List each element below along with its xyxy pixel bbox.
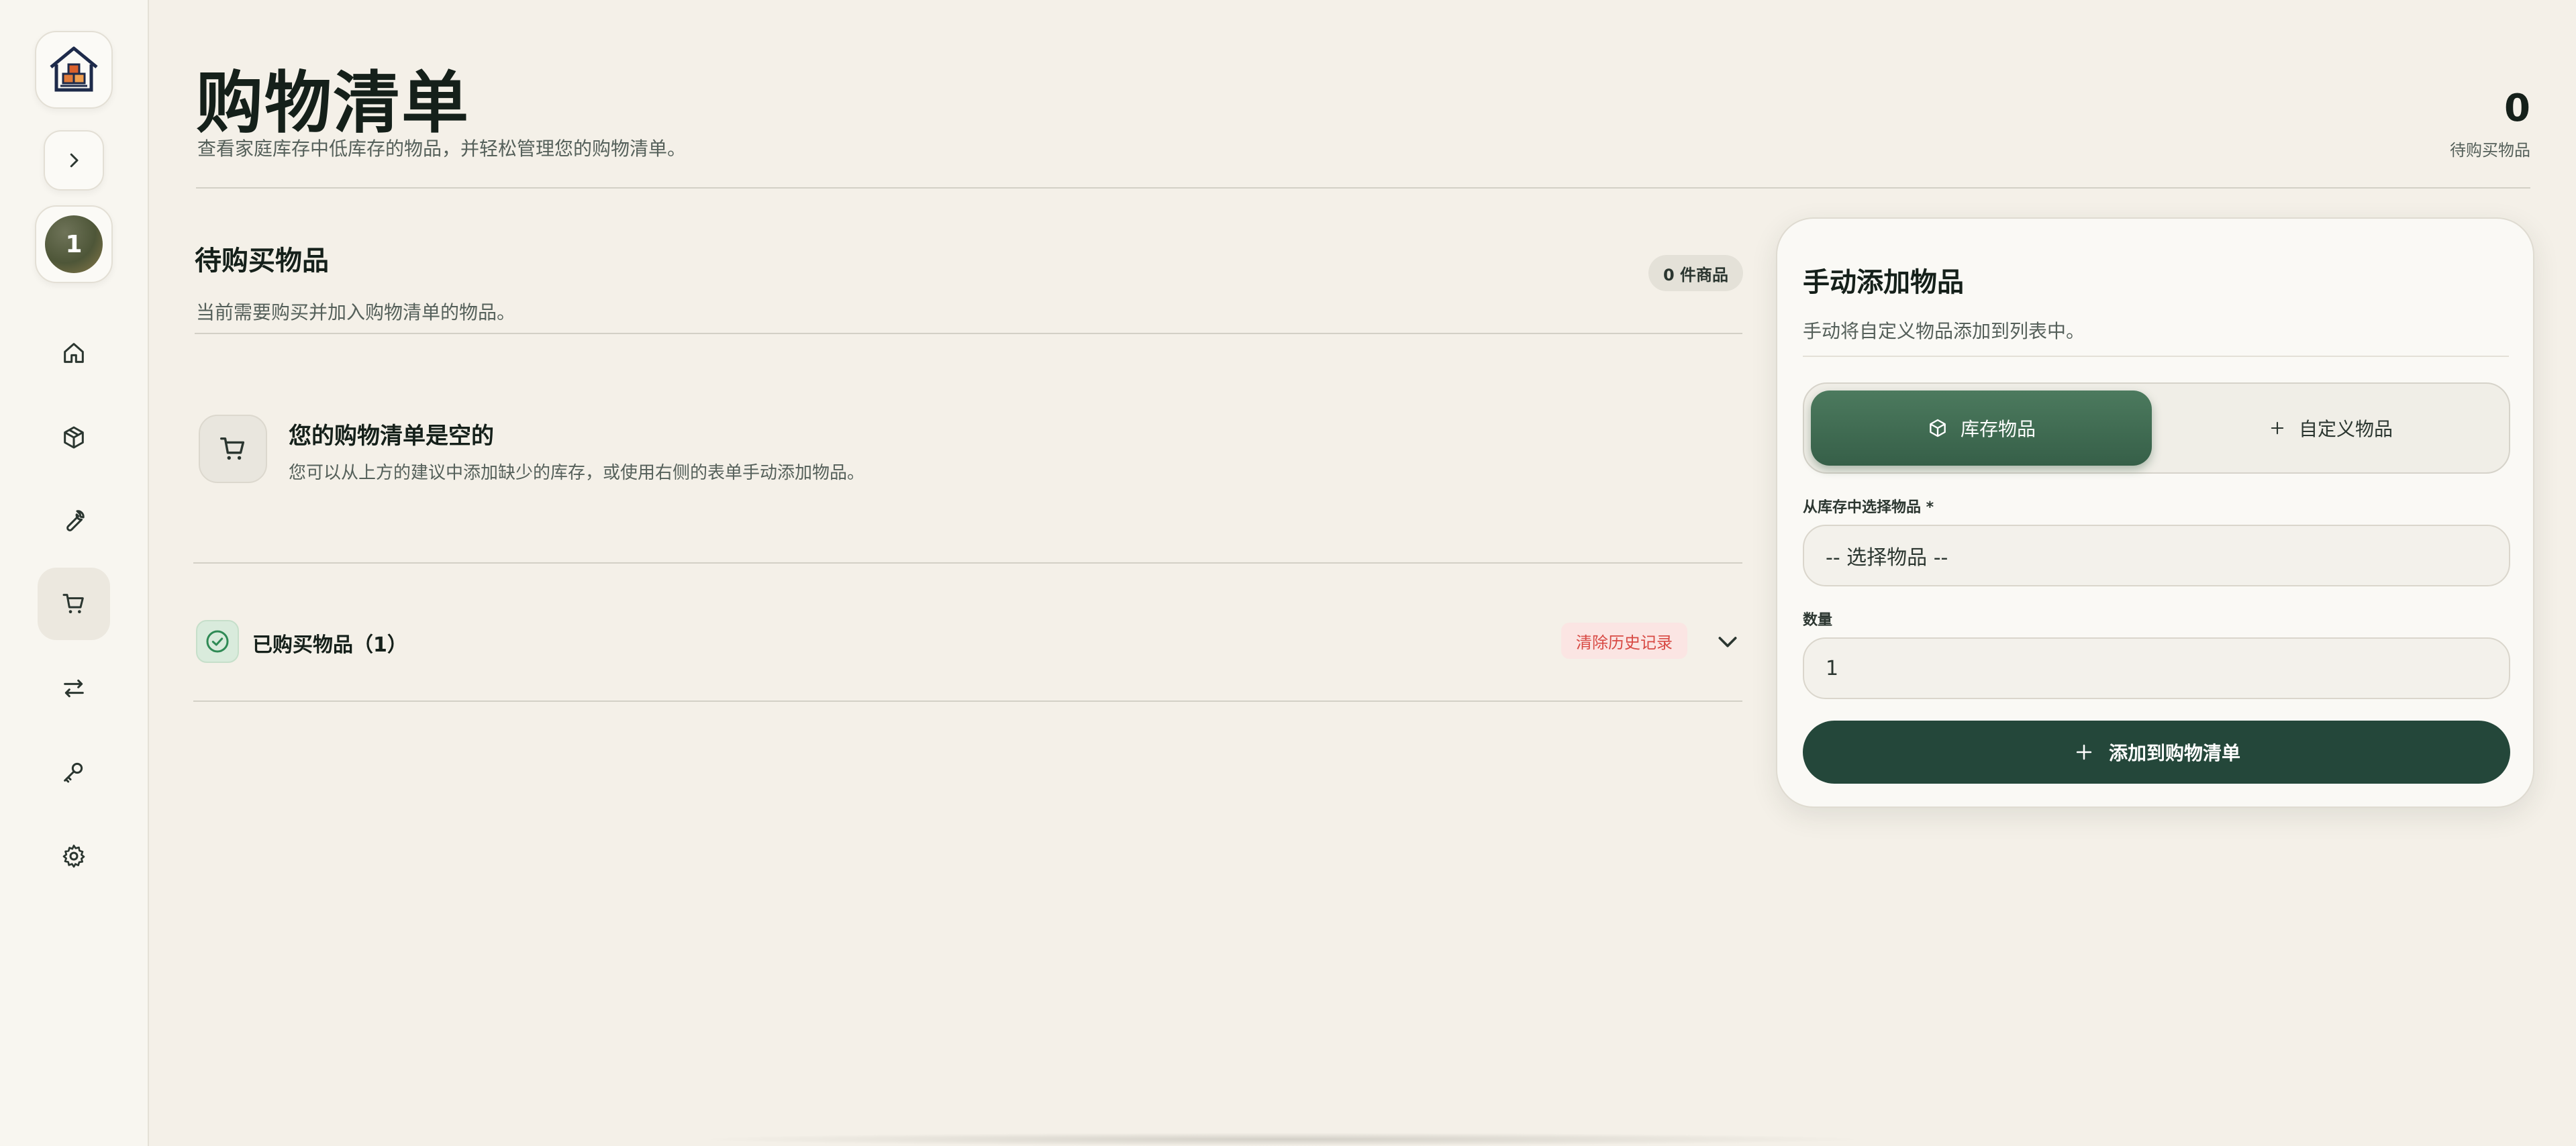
tab-custom-label: 自定义物品 <box>2298 418 2393 440</box>
quantity-input[interactable]: 1 <box>1803 637 2510 699</box>
main-content: 购物清单 查看家庭库存中低库存的物品，并轻松管理您的购物清单。 0 待购买物品 … <box>149 0 2576 1146</box>
tab-inventory-label: 库存物品 <box>1960 418 2036 440</box>
purchased-items-toggle[interactable]: 已购买物品（1） <box>252 628 407 658</box>
key-icon <box>64 762 83 783</box>
empty-state-description: 您可以从上方的建议中添加缺少的库存，或使用右侧的表单手动添加物品。 <box>289 463 865 483</box>
cart-icon <box>220 437 245 460</box>
pending-section-title: 待购买物品 <box>195 246 329 276</box>
check-circle-icon <box>196 620 239 663</box>
empty-state-title: 您的购物清单是空的 <box>289 423 494 450</box>
inventory-item-select[interactable]: -- 选择物品 -- <box>1803 525 2510 586</box>
quantity-value: 1 <box>1826 656 1839 680</box>
add-button-label: 添加到购物清单 <box>2108 742 2240 764</box>
nav-item-shopping-list[interactable] <box>38 568 110 640</box>
divider <box>193 562 1742 564</box>
clear-history-button[interactable]: 清除历史记录 <box>1561 623 1687 659</box>
manual-add-card: 手动添加物品 手动将自定义物品添加到列表中。 库存物品 自定义物品 从库存中选择… <box>1776 217 2534 808</box>
plus-icon <box>2076 744 2092 760</box>
item-count-badge: 0 件商品 <box>1648 255 1744 291</box>
sidebar: 1 <box>0 0 149 1146</box>
avatar: 1 <box>45 215 103 273</box>
nav-item-transfers[interactable] <box>38 652 110 725</box>
nav-item-keys[interactable] <box>38 735 110 808</box>
box-icon <box>1930 419 1946 437</box>
divider <box>1803 356 2509 357</box>
box-icon <box>64 426 84 449</box>
nav-item-inventory[interactable] <box>38 401 110 474</box>
tab-custom-items[interactable]: 自定义物品 <box>2160 390 2501 466</box>
sidebar-toggle-button[interactable] <box>44 130 104 191</box>
empty-cart-icon-tile <box>199 415 267 483</box>
cart-icon <box>62 594 84 613</box>
nav-item-settings[interactable] <box>38 820 110 892</box>
quantity-label: 数量 <box>1803 612 1833 629</box>
stat-value: 0 <box>2504 87 2530 130</box>
bottom-edge-shadow <box>691 1133 1873 1146</box>
item-source-tabs: 库存物品 自定义物品 <box>1803 382 2510 474</box>
stat-label: 待购买物品 <box>2450 141 2530 160</box>
pending-section-description: 当前需要购买并加入购物清单的物品。 <box>196 301 516 323</box>
app-logo[interactable] <box>35 31 113 109</box>
divider <box>193 700 1742 702</box>
manual-add-description: 手动将自定义物品添加到列表中。 <box>1803 320 2085 342</box>
add-to-shopping-list-button[interactable]: 添加到购物清单 <box>1803 721 2510 784</box>
plus-icon <box>2271 421 2284 435</box>
select-value: -- 选择物品 -- <box>1826 546 1948 570</box>
gear-icon <box>62 844 85 868</box>
nav-item-tools[interactable] <box>38 484 110 557</box>
page-title: 购物清单 <box>196 64 470 142</box>
user-avatar-button[interactable]: 1 <box>35 205 113 283</box>
wrench-icon <box>66 510 85 531</box>
select-item-label: 从库存中选择物品 * <box>1803 499 1934 516</box>
header-divider <box>196 187 2530 189</box>
divider <box>195 333 1742 334</box>
pending-count-stat: 0 待购买物品 <box>2450 90 2530 160</box>
tab-inventory-items[interactable]: 库存物品 <box>1811 390 2152 466</box>
chevron-right-icon <box>70 153 79 168</box>
nav-item-home[interactable] <box>38 317 110 389</box>
page-subtitle: 查看家庭库存中低库存的物品，并轻松管理您的购物清单。 <box>197 138 687 160</box>
transfer-icon <box>64 679 84 698</box>
manual-add-title: 手动添加物品 <box>1803 267 1964 298</box>
house-boxes-icon <box>50 46 98 92</box>
home-icon <box>64 343 84 363</box>
chevron-down-icon[interactable] <box>1714 628 1741 655</box>
